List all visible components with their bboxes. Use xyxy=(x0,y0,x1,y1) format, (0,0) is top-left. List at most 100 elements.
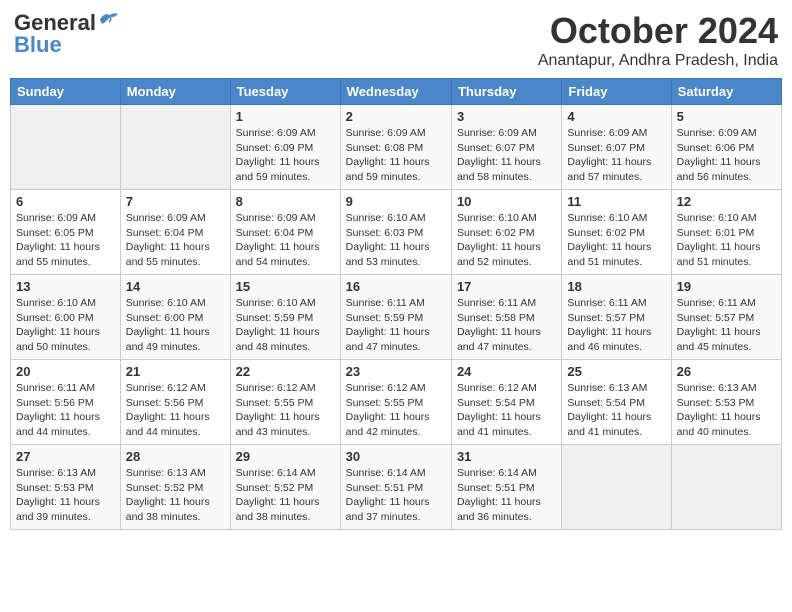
day-number: 14 xyxy=(126,279,225,294)
calendar-header-row: SundayMondayTuesdayWednesdayThursdayFrid… xyxy=(11,79,782,105)
weekday-header-monday: Monday xyxy=(120,79,230,105)
calendar-cell: 5 Sunrise: 6:09 AMSunset: 6:06 PMDaylight… xyxy=(671,105,781,190)
calendar-cell: 25Sunrise: 6:13 AMSunset: 5:54 PMDayligh… xyxy=(562,360,671,445)
day-number: 12 xyxy=(677,194,776,209)
calendar-cell: 2 Sunrise: 6:09 AMSunset: 6:08 PMDaylight… xyxy=(340,105,451,190)
calendar-week-3: 13 Sunrise: 6:10 AMSunset: 6:00 PMDayligh… xyxy=(11,275,782,360)
month-title: October 2024 xyxy=(538,10,778,52)
day-detail: Sunrise: 6:09 AMSunset: 6:04 PMDaylight:… xyxy=(126,211,225,270)
calendar-cell: 11Sunrise: 6:10 AMSunset: 6:02 PMDayligh… xyxy=(562,190,671,275)
calendar-table: SundayMondayTuesdayWednesdayThursdayFrid… xyxy=(10,78,782,530)
day-detail: Sunrise: 6:10 AMSunset: 6:01 PMDaylight:… xyxy=(677,211,776,270)
calendar-cell: 21 Sunrise: 6:12 AMSunset: 5:56 PMDayligh… xyxy=(120,360,230,445)
calendar-cell xyxy=(562,445,671,530)
calendar-cell: 24 Sunrise: 6:12 AMSunset: 5:54 PMDayligh… xyxy=(451,360,561,445)
day-number: 9 xyxy=(346,194,446,209)
weekday-header-tuesday: Tuesday xyxy=(230,79,340,105)
calendar-week-1: 1Sunrise: 6:09 AMSunset: 6:09 PMDaylight… xyxy=(11,105,782,190)
day-detail: Sunrise: 6:13 AMSunset: 5:52 PMDaylight:… xyxy=(126,466,225,525)
calendar-cell xyxy=(11,105,121,190)
day-number: 27 xyxy=(16,449,115,464)
logo-bird-icon xyxy=(98,10,120,28)
title-block: October 2024 Anantapur, Andhra Pradesh, … xyxy=(538,10,778,70)
calendar-cell xyxy=(671,445,781,530)
day-detail: Sunrise: 6:10 AMSunset: 6:00 PMDaylight:… xyxy=(16,296,115,355)
day-detail: Sunrise: 6:09 AMSunset: 6:08 PMDaylight:… xyxy=(346,126,446,185)
day-number: 29 xyxy=(236,449,335,464)
day-number: 4 xyxy=(567,109,665,124)
calendar-cell: 10 Sunrise: 6:10 AMSunset: 6:02 PMDayligh… xyxy=(451,190,561,275)
page-header: General Blue October 2024 Anantapur, And… xyxy=(10,10,782,70)
logo-blue: Blue xyxy=(14,32,62,58)
day-number: 26 xyxy=(677,364,776,379)
weekday-header-saturday: Saturday xyxy=(671,79,781,105)
day-number: 2 xyxy=(346,109,446,124)
day-detail: Sunrise: 6:13 AMSunset: 5:54 PMDaylight:… xyxy=(567,381,665,440)
day-detail: Sunrise: 6:11 AMSunset: 5:59 PMDaylight:… xyxy=(346,296,446,355)
day-number: 24 xyxy=(457,364,556,379)
day-detail: Sunrise: 6:13 AMSunset: 5:53 PMDaylight:… xyxy=(677,381,776,440)
calendar-cell: 13 Sunrise: 6:10 AMSunset: 6:00 PMDayligh… xyxy=(11,275,121,360)
day-detail: Sunrise: 6:11 AMSunset: 5:57 PMDaylight:… xyxy=(567,296,665,355)
day-number: 7 xyxy=(126,194,225,209)
day-detail: Sunrise: 6:10 AMSunset: 6:02 PMDaylight:… xyxy=(457,211,556,270)
calendar-cell: 30Sunrise: 6:14 AMSunset: 5:51 PMDayligh… xyxy=(340,445,451,530)
logo: General Blue xyxy=(14,10,120,58)
calendar-cell: 6Sunrise: 6:09 AMSunset: 6:05 PMDaylight… xyxy=(11,190,121,275)
day-detail: Sunrise: 6:12 AMSunset: 5:54 PMDaylight:… xyxy=(457,381,556,440)
location: Anantapur, Andhra Pradesh, India xyxy=(538,52,778,70)
day-detail: Sunrise: 6:10 AMSunset: 6:03 PMDaylight:… xyxy=(346,211,446,270)
day-detail: Sunrise: 6:11 AMSunset: 5:57 PMDaylight:… xyxy=(677,296,776,355)
day-number: 18 xyxy=(567,279,665,294)
calendar-cell xyxy=(120,105,230,190)
day-detail: Sunrise: 6:14 AMSunset: 5:51 PMDaylight:… xyxy=(457,466,556,525)
calendar-cell: 7 Sunrise: 6:09 AMSunset: 6:04 PMDaylight… xyxy=(120,190,230,275)
calendar-cell: 4Sunrise: 6:09 AMSunset: 6:07 PMDaylight… xyxy=(562,105,671,190)
day-detail: Sunrise: 6:10 AMSunset: 6:00 PMDaylight:… xyxy=(126,296,225,355)
day-detail: Sunrise: 6:09 AMSunset: 6:06 PMDaylight:… xyxy=(677,126,776,185)
day-number: 30 xyxy=(346,449,446,464)
calendar-cell: 23Sunrise: 6:12 AMSunset: 5:55 PMDayligh… xyxy=(340,360,451,445)
calendar-cell: 16Sunrise: 6:11 AMSunset: 5:59 PMDayligh… xyxy=(340,275,451,360)
day-detail: Sunrise: 6:12 AMSunset: 5:55 PMDaylight:… xyxy=(236,381,335,440)
day-number: 21 xyxy=(126,364,225,379)
day-detail: Sunrise: 6:09 AMSunset: 6:04 PMDaylight:… xyxy=(236,211,335,270)
calendar-cell: 28 Sunrise: 6:13 AMSunset: 5:52 PMDayligh… xyxy=(120,445,230,530)
calendar-cell: 31 Sunrise: 6:14 AMSunset: 5:51 PMDayligh… xyxy=(451,445,561,530)
calendar-cell: 17Sunrise: 6:11 AMSunset: 5:58 PMDayligh… xyxy=(451,275,561,360)
calendar-cell: 14 Sunrise: 6:10 AMSunset: 6:00 PMDayligh… xyxy=(120,275,230,360)
day-detail: Sunrise: 6:12 AMSunset: 5:55 PMDaylight:… xyxy=(346,381,446,440)
calendar-cell: 1Sunrise: 6:09 AMSunset: 6:09 PMDaylight… xyxy=(230,105,340,190)
calendar-cell: 27Sunrise: 6:13 AMSunset: 5:53 PMDayligh… xyxy=(11,445,121,530)
weekday-header-friday: Friday xyxy=(562,79,671,105)
day-number: 19 xyxy=(677,279,776,294)
day-number: 31 xyxy=(457,449,556,464)
calendar-cell: 20 Sunrise: 6:11 AMSunset: 5:56 PMDayligh… xyxy=(11,360,121,445)
day-detail: Sunrise: 6:10 AMSunset: 5:59 PMDaylight:… xyxy=(236,296,335,355)
calendar-cell: 3 Sunrise: 6:09 AMSunset: 6:07 PMDaylight… xyxy=(451,105,561,190)
day-number: 20 xyxy=(16,364,115,379)
day-number: 5 xyxy=(677,109,776,124)
day-detail: Sunrise: 6:14 AMSunset: 5:52 PMDaylight:… xyxy=(236,466,335,525)
calendar-cell: 12 Sunrise: 6:10 AMSunset: 6:01 PMDayligh… xyxy=(671,190,781,275)
calendar-week-2: 6Sunrise: 6:09 AMSunset: 6:05 PMDaylight… xyxy=(11,190,782,275)
day-detail: Sunrise: 6:12 AMSunset: 5:56 PMDaylight:… xyxy=(126,381,225,440)
day-number: 13 xyxy=(16,279,115,294)
weekday-header-wednesday: Wednesday xyxy=(340,79,451,105)
weekday-header-sunday: Sunday xyxy=(11,79,121,105)
day-detail: Sunrise: 6:09 AMSunset: 6:07 PMDaylight:… xyxy=(457,126,556,185)
day-number: 17 xyxy=(457,279,556,294)
weekday-header-thursday: Thursday xyxy=(451,79,561,105)
day-number: 15 xyxy=(236,279,335,294)
calendar-cell: 26 Sunrise: 6:13 AMSunset: 5:53 PMDayligh… xyxy=(671,360,781,445)
calendar-week-5: 27Sunrise: 6:13 AMSunset: 5:53 PMDayligh… xyxy=(11,445,782,530)
day-detail: Sunrise: 6:09 AMSunset: 6:09 PMDaylight:… xyxy=(236,126,335,185)
day-detail: Sunrise: 6:11 AMSunset: 5:56 PMDaylight:… xyxy=(16,381,115,440)
day-number: 10 xyxy=(457,194,556,209)
day-detail: Sunrise: 6:09 AMSunset: 6:05 PMDaylight:… xyxy=(16,211,115,270)
day-number: 28 xyxy=(126,449,225,464)
calendar-week-4: 20 Sunrise: 6:11 AMSunset: 5:56 PMDayligh… xyxy=(11,360,782,445)
day-number: 8 xyxy=(236,194,335,209)
day-number: 3 xyxy=(457,109,556,124)
calendar-cell: 19 Sunrise: 6:11 AMSunset: 5:57 PMDayligh… xyxy=(671,275,781,360)
